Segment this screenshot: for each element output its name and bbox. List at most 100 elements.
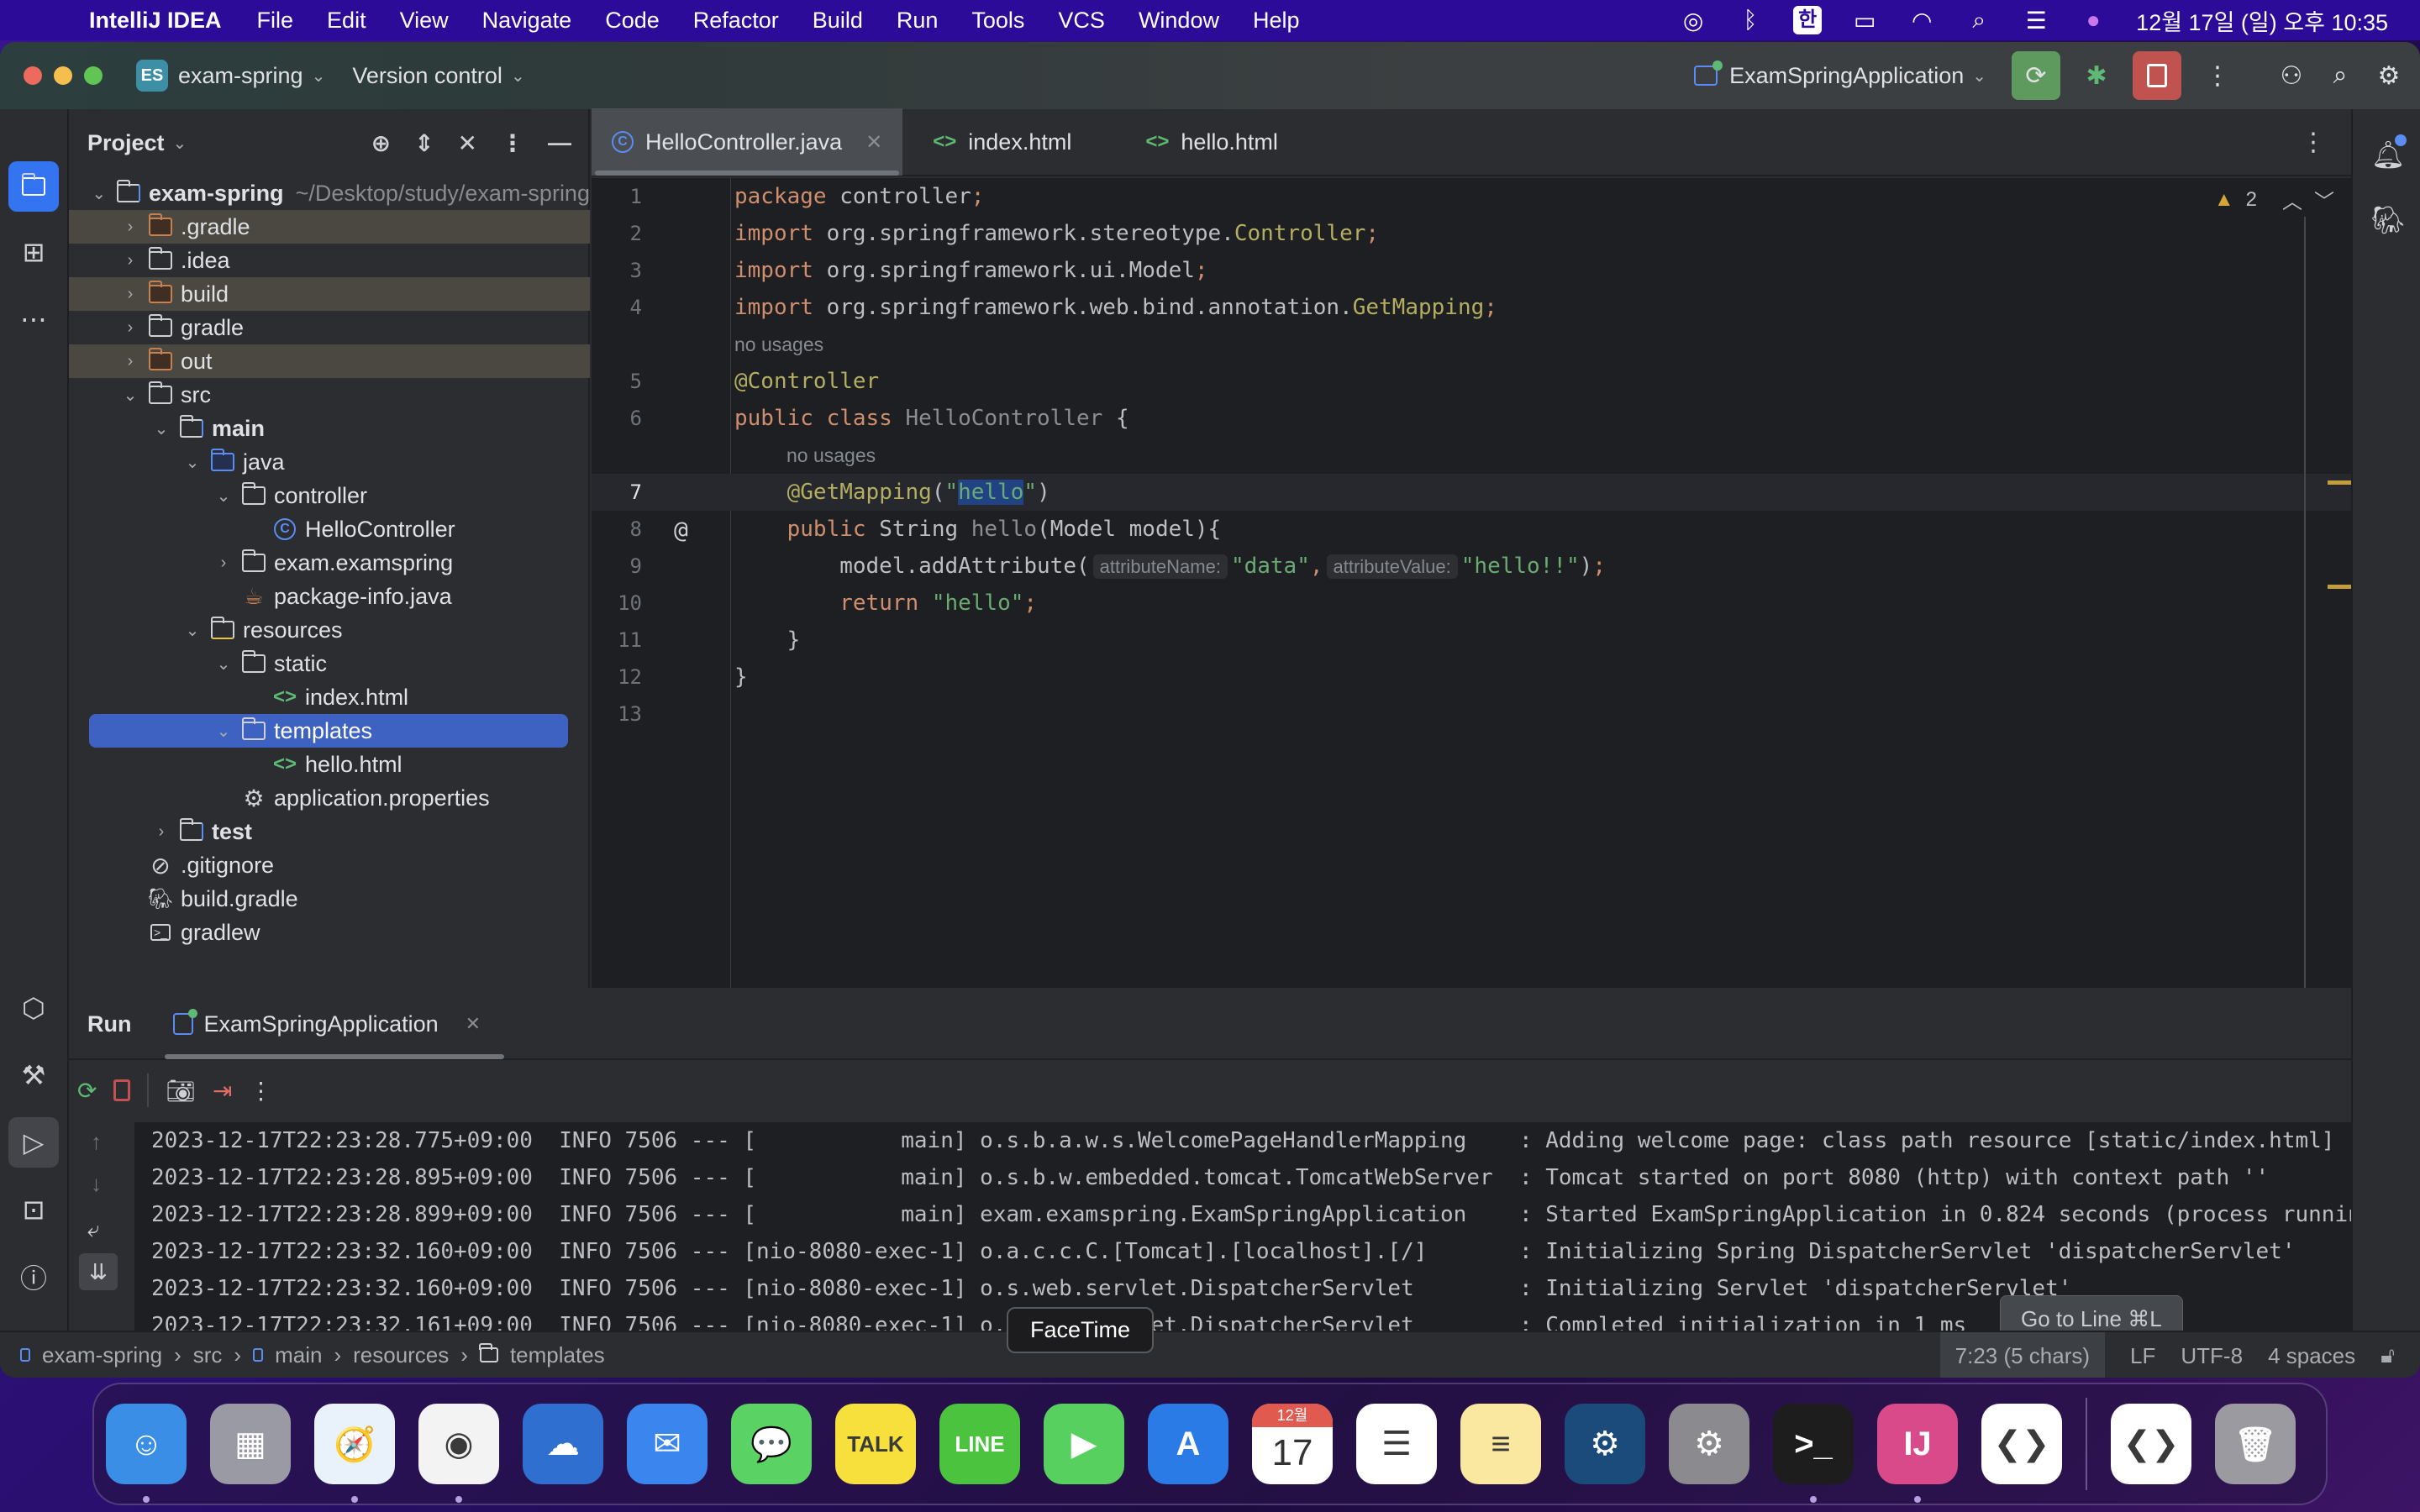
dock-app-visual-studio-code[interactable]: ❮❯ [1981,1404,2062,1484]
close-tab-icon[interactable]: ✕ [865,130,882,155]
menu-help[interactable]: Help [1253,8,1300,34]
tree-item[interactable]: ⌄ src [69,378,590,412]
tree-item[interactable]: <> index.html [69,680,590,714]
tree-item[interactable]: › out [69,344,590,378]
project-badge[interactable]: ES [136,60,168,92]
request-mapping-gutter-icon[interactable]: @ [674,516,688,543]
indent-setting[interactable]: 4 spaces [2268,1343,2355,1369]
run-tool-button[interactable]: ▷ [8,1117,59,1168]
tree-item[interactable]: >_ gradlew [69,916,590,949]
breadcrumb-item[interactable]: src [193,1342,223,1368]
stop-button[interactable] [2133,51,2181,100]
log-line[interactable]: 2023-12-17T22:23:32.160+09:00 INFO 7506 … [134,1233,2351,1270]
menu-navigate[interactable]: Navigate [482,8,572,34]
dock-app-launchpad[interactable]: ▦ [210,1404,291,1484]
dock-app-kakaotalk[interactable]: TALK [835,1404,916,1484]
tree-item[interactable]: › .idea [69,244,590,277]
tree-item[interactable]: › build [69,277,590,311]
menu-tools[interactable]: Tools [971,8,1024,34]
tree-item[interactable]: › gradle [69,311,590,344]
version-control-menu[interactable]: Version control [352,63,502,89]
spotlight-search-icon[interactable]: ⌕ [1965,7,1993,34]
code-line[interactable]: 1 package controller; [592,178,2351,215]
hide-panel-icon[interactable]: — [548,129,571,156]
control-center-icon[interactable]: ☰ [2022,7,2050,34]
code-with-me-icon[interactable]: ⚇ [2267,51,2316,100]
warning-marker[interactable] [2328,585,2351,589]
line-number[interactable]: 10 [592,591,642,615]
tree-item[interactable]: ⌄ templates [69,714,590,748]
tree-item[interactable]: 🐘︎ build.gradle [69,882,590,916]
chevron-right-icon[interactable]: › [208,554,239,573]
dock-app-mail[interactable]: ✉ [627,1404,708,1484]
tree-item[interactable]: <> hello.html [69,748,590,781]
project-tool-button[interactable] [8,161,59,212]
dock-app-steam[interactable]: ⚙ [1565,1404,1645,1484]
dock-app-trash[interactable]: 🗑 [2215,1404,2296,1484]
code-line[interactable]: 8 @ public String hello(Model model){ [592,511,2351,548]
code-line[interactable]: 7 @GetMapping("hello") [592,474,2351,511]
airdrop-icon[interactable]: ◎ [1679,7,1707,34]
dock-app-messages[interactable]: 💬 [731,1404,812,1484]
chevron-down-icon[interactable]: ⌄ [84,183,114,204]
tree-item[interactable]: ⊘ .gitignore [69,848,590,882]
menu-run[interactable]: Run [897,8,939,34]
chevron-down-icon[interactable]: ⌄ [208,654,239,675]
breadcrumb-item[interactable]: templates [510,1342,605,1368]
breadcrumb-item[interactable]: exam-spring [42,1342,162,1368]
tree-item[interactable]: ☕︎ package-info.java [69,580,590,613]
minimize-window-button[interactable] [54,66,72,85]
tree-item[interactable]: › test [69,815,590,848]
tree-item[interactable]: ⚙ application.properties [69,781,590,815]
stop-icon[interactable] [113,1079,131,1101]
rerun-icon[interactable]: ⟳ [77,1077,97,1105]
chevron-right-icon[interactable]: › [115,251,145,270]
project-switcher[interactable]: exam-spring [178,63,303,89]
zoom-window-button[interactable] [84,66,103,85]
code-line[interactable]: 4 import org.springframework.web.bind.ann… [592,289,2351,326]
code-line[interactable]: 9 model.addAttribute(attributeName: "data… [592,548,2351,585]
chevron-down-icon[interactable]: ⌄ [177,620,208,641]
input-method-icon[interactable]: 한 [1793,6,1823,34]
wifi-icon[interactable]: ◠ [1907,7,1936,34]
chevron-down-icon[interactable]: ⌄ [115,385,145,406]
chevron-down-icon[interactable]: ⌄ [146,418,176,439]
dock-app-line[interactable]: LINE [939,1404,1020,1484]
dock-app-notes[interactable]: ≡ [1460,1404,1541,1484]
tree-item[interactable]: ⌄ controller [69,479,590,512]
tab-hello-controller[interactable]: C HelloController.java ✕ [592,108,903,176]
dock-app-terminal[interactable]: >_ [1773,1404,1854,1503]
log-line[interactable]: 2023-12-17T22:23:28.775+09:00 INFO 7506 … [134,1122,2351,1159]
log-line[interactable]: 2023-12-17T22:23:28.899+09:00 INFO 7506 … [134,1196,2351,1233]
chevron-down-icon[interactable]: ⌄ [208,486,239,507]
settings-gear-icon[interactable]: ⚙ [2365,51,2413,100]
line-number[interactable]: 12 [592,665,642,689]
rerun-button[interactable]: ⟳ [2012,51,2060,100]
menu-edit[interactable]: Edit [327,8,366,34]
code-vision-hint[interactable]: no usages [592,326,2351,363]
problems-tool-button[interactable]: ⓘ [8,1252,59,1302]
run-config-selector[interactable]: ExamSpringApplication [1729,63,1964,89]
chevron-down-icon[interactable]: ⌄ [177,452,208,473]
scroll-down-icon[interactable]: ↓ [91,1171,102,1197]
code-vision-hint[interactable]: no usages [592,437,2351,474]
tree-item[interactable]: › .gradle [69,210,590,244]
code-line[interactable]: 12} [592,659,2351,696]
dock-app-chrome[interactable]: ◉ [418,1404,499,1503]
menu-app-name[interactable]: IntelliJ IDEA [89,8,222,34]
menu-build[interactable]: Build [813,8,863,34]
close-window-button[interactable] [24,66,42,85]
more-actions-icon[interactable]: ⋮ [2193,51,2242,100]
dock-app-weather[interactable]: ☁ [523,1404,603,1484]
line-number[interactable]: 4 [592,296,642,319]
log-line[interactable]: 2023-12-17T22:23:28.895+09:00 INFO 7506 … [134,1159,2351,1196]
menu-refactor[interactable]: Refactor [693,8,779,34]
more-tools-icon[interactable]: ⋯ [8,294,59,344]
caret-position[interactable]: 7:23 (5 chars) [1939,1332,2106,1378]
menubar-clock[interactable]: 12월 17일 (일) 오후 10:35 [2136,4,2388,37]
chevron-right-icon[interactable]: › [115,318,145,338]
dock-app-reminders[interactable]: ☰ [1356,1404,1437,1484]
siri-icon[interactable]: ● [2079,7,2107,34]
code-line[interactable]: 5 @Controller [592,363,2351,400]
search-everywhere-icon[interactable]: ⌕ [2316,51,2365,100]
